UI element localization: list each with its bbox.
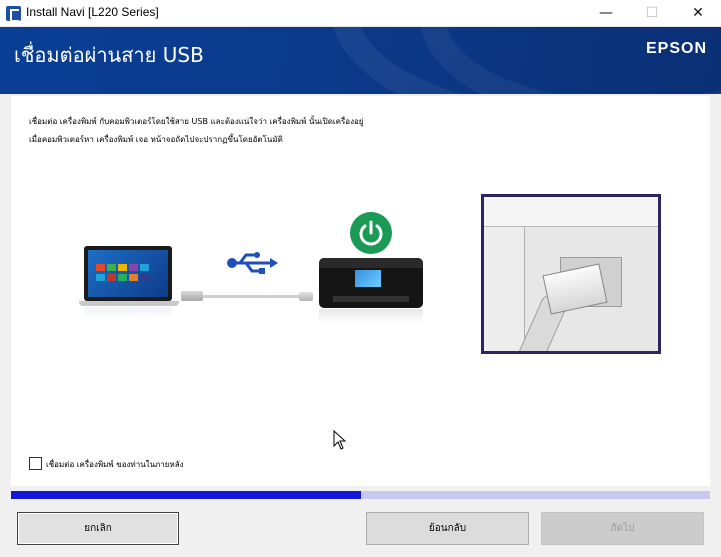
laptop-base <box>79 301 179 306</box>
usb-a-plug <box>181 291 203 301</box>
next-button[interactable]: ถัดไป <box>541 512 704 545</box>
window-titlebar: Install Navi [L220 Series] — ☐ ✕ <box>0 0 721 27</box>
epson-app-icon <box>6 6 21 22</box>
progress-bar-fill <box>11 491 361 499</box>
connect-later-checkbox[interactable] <box>29 457 42 470</box>
page-header: เชื่อมต่อผ่านสาย USB EPSON <box>0 27 721 94</box>
laptop-illustration <box>79 246 184 320</box>
epson-logo: EPSON <box>645 40 707 57</box>
printer-lcd <box>355 270 381 287</box>
header-wave-decoration <box>420 27 721 94</box>
instruction-text: เชื่อมต่อ เครื่องพิมพ์ กับคอมพิวเตอร์โดย… <box>29 113 669 149</box>
instruction-line-1: เชื่อมต่อ เครื่องพิมพ์ กับคอมพิวเตอร์โดย… <box>29 117 364 126</box>
usb-port-photo <box>481 194 661 354</box>
connect-later-label[interactable]: เชื่อมต่อ เครื่องพิมพ์ ของท่านในภายหลัง <box>46 458 184 471</box>
usb-cable-illustration <box>181 289 316 303</box>
minimize-button[interactable]: — <box>583 0 629 27</box>
maximize-button[interactable]: ☐ <box>629 0 675 27</box>
main-content-panel: เชื่อมต่อ เครื่องพิมพ์ กับคอมพิวเตอร์โดย… <box>11 96 710 486</box>
printer-case-top <box>484 197 658 227</box>
usb-wire <box>203 295 301 298</box>
printer-lid <box>319 258 423 268</box>
usb-symbol-icon <box>227 252 278 274</box>
progress-bar <box>11 491 710 499</box>
instruction-line-2: เมื่อคอมพิวเตอร์หา เครื่องพิมพ์ เจอ หน้า… <box>29 135 283 144</box>
mouse-pointer-icon <box>333 430 347 450</box>
page-title: เชื่อมต่อผ่านสาย USB <box>14 43 204 67</box>
laptop-display <box>88 250 168 297</box>
close-button[interactable]: ✕ <box>675 0 721 27</box>
printer-tray <box>333 296 409 302</box>
printer-illustration <box>319 258 423 308</box>
usb-b-plug <box>299 292 313 301</box>
cancel-button[interactable]: ยกเลิก <box>17 512 179 545</box>
back-button[interactable]: ย้อนกลับ <box>366 512 529 545</box>
power-icon <box>350 212 392 254</box>
window-title: Install Navi [L220 Series] <box>26 5 159 19</box>
laptop-screen <box>84 246 172 301</box>
printer-reflection <box>319 309 423 323</box>
laptop-reflection <box>84 307 172 320</box>
